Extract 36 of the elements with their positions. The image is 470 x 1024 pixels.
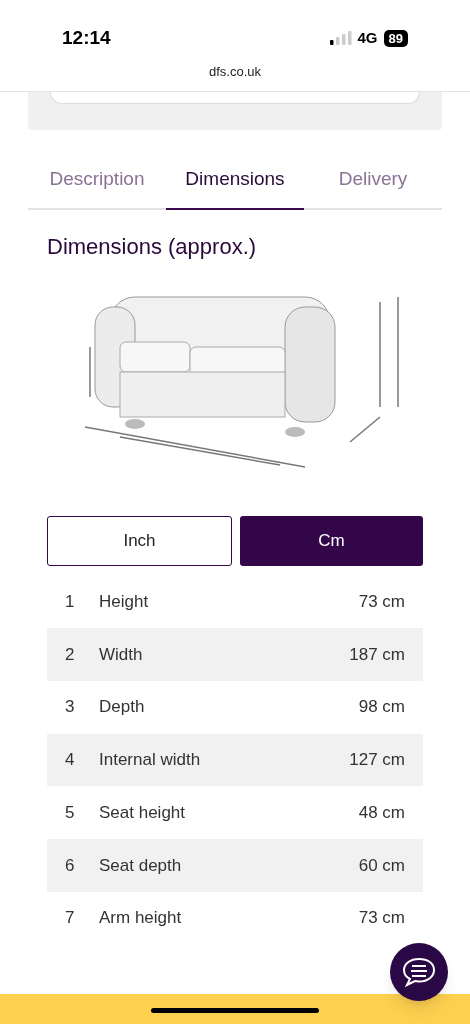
dimension-name: Seat height bbox=[99, 801, 186, 824]
dimension-value: 48 cm bbox=[358, 801, 405, 824]
dimension-name: Arm height bbox=[99, 907, 183, 930]
section-heading: Dimensions (approx.) bbox=[47, 232, 258, 261]
row-number: 2 bbox=[65, 643, 76, 666]
unit-button[interactable]: Inch bbox=[47, 515, 232, 566]
network-label: 4G bbox=[357, 27, 378, 48]
dimension-value: 73 cm bbox=[358, 907, 405, 930]
row-number: 3 bbox=[65, 696, 76, 719]
input-field[interactable] bbox=[50, 92, 420, 104]
dimension-value: 187 cm bbox=[349, 643, 405, 666]
home-indicator[interactable] bbox=[151, 1008, 319, 1013]
chat-icon bbox=[401, 956, 437, 988]
row-number: 1 bbox=[65, 591, 76, 614]
row-number: 6 bbox=[65, 854, 76, 877]
signal-icon bbox=[329, 31, 352, 45]
dimension-name: Height bbox=[99, 591, 150, 614]
clock-time: 12:14 bbox=[62, 25, 111, 50]
row-number: 5 bbox=[65, 801, 76, 824]
dimension-name: Internal width bbox=[99, 749, 202, 772]
tab[interactable]: Delivery bbox=[304, 165, 442, 208]
unit-button[interactable]: Cm bbox=[240, 515, 423, 566]
dimension-name: Width bbox=[99, 643, 144, 666]
row-number: 7 bbox=[65, 907, 76, 930]
chat-button[interactable] bbox=[390, 943, 448, 1001]
dimension-value: 73 cm bbox=[358, 591, 405, 614]
row-number: 4 bbox=[65, 749, 76, 772]
dimension-name: Depth bbox=[99, 696, 146, 719]
dimension-value: 60 cm bbox=[358, 854, 405, 877]
dimension-name: Seat depth bbox=[99, 854, 183, 877]
url-text[interactable]: dfs.co.uk bbox=[209, 62, 261, 82]
dimension-value: 127 cm bbox=[349, 749, 405, 772]
tab[interactable]: Description bbox=[28, 165, 166, 208]
dimension-value: 98 cm bbox=[358, 696, 405, 719]
battery-indicator: 89 bbox=[383, 29, 408, 47]
tab[interactable]: Dimensions bbox=[166, 165, 304, 210]
